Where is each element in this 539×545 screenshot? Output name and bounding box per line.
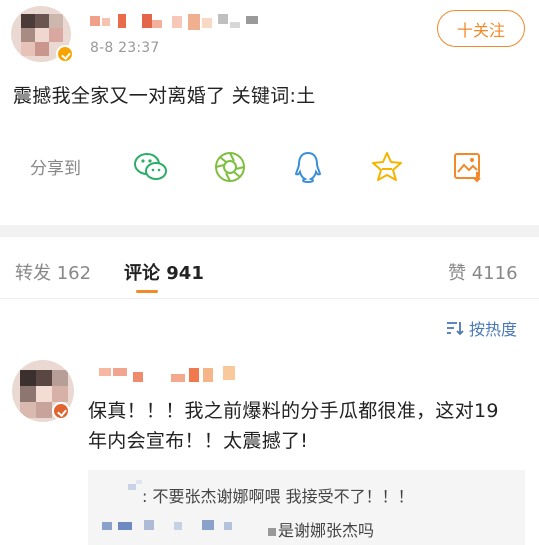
reply-line-1: : 不要张杰谢娜啊喂 我接受不了！！！ xyxy=(142,487,414,506)
reply-author-blurred-2-part xyxy=(174,522,182,530)
reply-author-blurred-2-part xyxy=(224,522,232,530)
post-header: 8-8 23:37 十关注 xyxy=(0,0,539,66)
reply-author-blurred-2-part xyxy=(268,528,276,536)
commenter-name-blurred[interactable] xyxy=(99,364,259,384)
verified-badge-icon xyxy=(56,45,74,63)
tabs-divider xyxy=(0,298,539,299)
tab-likes[interactable]: 赞 4116 xyxy=(448,259,518,285)
sort-icon xyxy=(447,322,464,336)
section-divider xyxy=(0,225,539,237)
active-tab-indicator xyxy=(136,290,158,293)
qzone-star-icon[interactable] xyxy=(367,147,407,187)
reply-author-blurred xyxy=(128,484,136,490)
follow-button[interactable]: 十关注 xyxy=(437,10,525,47)
post-time: 8-8 23:37 xyxy=(90,40,160,56)
post-text: 震撼我全家又一对离婚了 关键词:土 xyxy=(13,85,316,107)
reply-author-blurred-2-part xyxy=(118,522,132,530)
comment-text: 保真！！！我之前爆料的分手瓜都很准，这对19年内会宣布！！太震撼了! xyxy=(88,400,499,452)
reply-line-2: 是谢娜张杰吗 xyxy=(278,521,375,540)
reply-preview-box[interactable]: : 不要张杰谢娜啊喂 我接受不了！！！ 是谢娜张杰吗 xyxy=(88,470,525,545)
comment-tabs: 转发 162 评论 941 赞 4116 xyxy=(0,250,539,293)
commenter-verified-badge-icon xyxy=(52,402,70,420)
sort-by-hot-button[interactable]: 按热度 xyxy=(446,316,517,340)
wechat-icon[interactable] xyxy=(131,147,171,187)
reply-author-blurred-2-part xyxy=(202,520,214,530)
share-row: 分享到 xyxy=(0,142,539,188)
tab-repost[interactable]: 转发 162 xyxy=(15,259,91,285)
moments-icon[interactable] xyxy=(210,147,250,187)
qq-icon[interactable] xyxy=(288,147,328,187)
tab-comments[interactable]: 评论 941 xyxy=(124,259,204,285)
save-image-icon[interactable] xyxy=(448,147,488,187)
reply-author-blurred-2 xyxy=(102,522,112,530)
author-name-blurred[interactable] xyxy=(90,12,270,30)
share-label: 分享到 xyxy=(30,159,81,179)
sort-label: 按热度 xyxy=(469,320,518,339)
reply-author-blurred-2-part xyxy=(144,520,154,530)
